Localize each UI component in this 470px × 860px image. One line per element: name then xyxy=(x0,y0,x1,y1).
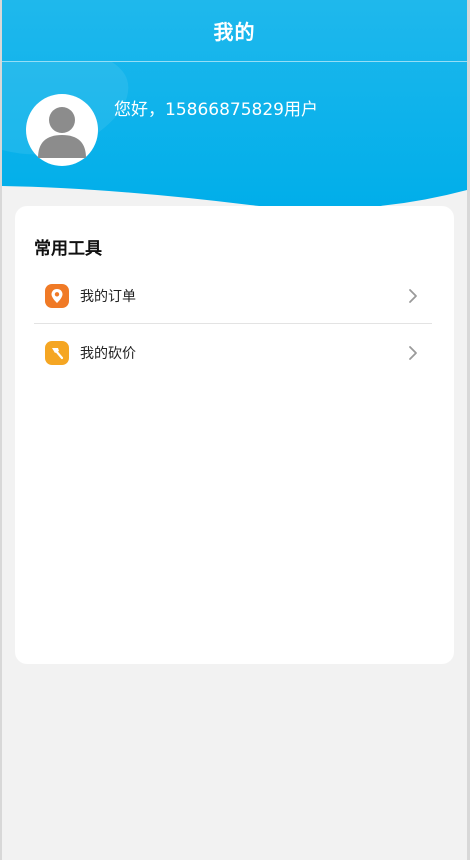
profile-header: 我的 您好，15866875829用户 xyxy=(2,0,467,240)
chevron-right-icon xyxy=(409,345,417,360)
section-title: 常用工具 xyxy=(34,239,102,259)
axe-icon xyxy=(45,340,69,365)
avatar[interactable] xyxy=(26,94,98,166)
location-pin-icon xyxy=(45,283,69,308)
chevron-right-icon xyxy=(409,288,417,303)
title-bar: 我的 xyxy=(2,0,467,62)
menu-item-label: 我的砍价 xyxy=(80,345,136,362)
menu-item-label: 我的订单 xyxy=(80,288,136,305)
page-title: 我的 xyxy=(213,20,256,44)
menu-item-my-bargain[interactable]: 我的砍价 xyxy=(34,325,432,380)
menu-item-my-orders[interactable]: 我的订单 xyxy=(34,268,432,324)
person-avatar-icon xyxy=(38,107,86,158)
user-greeting: 您好，15866875829用户 xyxy=(114,100,318,120)
tools-card: 常用工具 我的订单 我的砍价 xyxy=(15,206,454,664)
